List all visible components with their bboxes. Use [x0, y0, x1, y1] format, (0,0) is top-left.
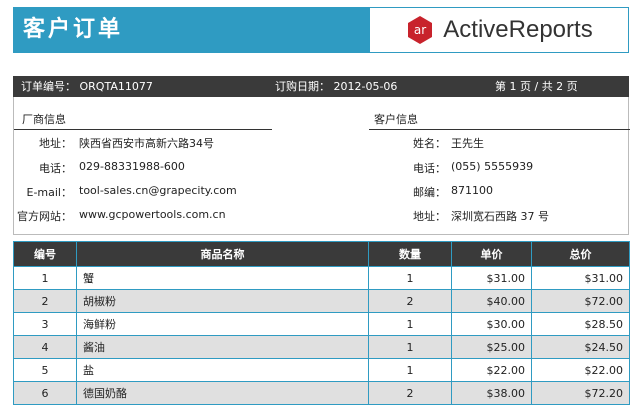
column-header-number: 编号 [13, 241, 77, 267]
cell-product: 蟹 [76, 266, 369, 290]
svg-text:ar: ar [414, 23, 426, 37]
cell-unit-price: $38.00 [451, 381, 532, 405]
customer-phone-label: 电话： [413, 162, 446, 175]
column-header-quantity: 数量 [368, 241, 452, 267]
customer-phone: (055) 5555939 [451, 160, 534, 173]
order-info-bar: 订单编号： ORQTA11077 订购日期： 2012-05-06 第 1 页 … [13, 76, 629, 97]
customer-name: 王先生 [451, 137, 484, 150]
customer-name-label: 姓名： [413, 137, 446, 150]
table-row: 3 海鲜粉 1 $30.00 $28.50 [13, 312, 630, 336]
cell-total: $28.50 [531, 312, 630, 336]
cell-product: 海鲜粉 [76, 312, 369, 336]
cell-number: 3 [13, 312, 77, 336]
vendor-divider [14, 129, 272, 130]
brand-logo: ar ActiveReports [369, 7, 629, 53]
cell-unit-price: $40.00 [451, 289, 532, 313]
cell-product: 酱油 [76, 335, 369, 359]
customer-address-label: 地址： [413, 210, 446, 223]
table-row: 1 蟹 1 $31.00 $31.00 [13, 266, 630, 290]
cell-total: $22.00 [531, 358, 630, 382]
customer-zip-label: 邮编： [413, 186, 446, 199]
cell-unit-price: $30.00 [451, 312, 532, 336]
cell-quantity: 2 [368, 289, 452, 313]
cell-total: $72.20 [531, 381, 630, 405]
cell-quantity: 2 [368, 381, 452, 405]
cell-number: 1 [13, 266, 77, 290]
vendor-website-label: 官方网站： [17, 210, 72, 223]
cell-total: $24.50 [531, 335, 630, 359]
cell-total: $31.00 [531, 266, 630, 290]
customer-divider [369, 129, 630, 130]
column-header-total: 总价 [531, 241, 630, 267]
cell-quantity: 1 [368, 312, 452, 336]
vendor-address-label: 地址： [39, 137, 72, 150]
vendor-section-title: 厂商信息 [22, 113, 66, 126]
vendor-website[interactable]: www.gcpowertools.com.cn [79, 208, 226, 221]
column-header-product: 商品名称 [76, 241, 369, 267]
cell-quantity: 1 [368, 335, 452, 359]
info-panel: 厂商信息 客户信息 地址： 陕西省西安市高新六路34号 电话： 029-8833… [13, 97, 630, 235]
cell-product: 德国奶酪 [76, 381, 369, 405]
cell-number: 2 [13, 289, 77, 313]
customer-section-title: 客户信息 [374, 113, 418, 126]
cell-number: 4 [13, 335, 77, 359]
cell-product: 盐 [76, 358, 369, 382]
vendor-phone: 029-88331988-600 [79, 160, 185, 173]
cell-unit-price: $25.00 [451, 335, 532, 359]
cell-product: 胡椒粉 [76, 289, 369, 313]
report-title: 客户订单 [13, 7, 369, 53]
vendor-phone-label: 电话： [39, 162, 72, 175]
order-date: 订购日期： 2012-05-06 [275, 80, 398, 93]
report-header: 客户订单 ar ActiveReports [13, 7, 629, 53]
vendor-address: 陕西省西安市高新六路34号 [79, 137, 214, 150]
table-row: 5 盐 1 $22.00 $22.00 [13, 358, 630, 382]
table-header-row: 编号 商品名称 数量 单价 总价 [13, 241, 630, 267]
cell-number: 5 [13, 358, 77, 382]
table-row: 2 胡椒粉 2 $40.00 $72.00 [13, 289, 630, 313]
logo-text: ActiveReports [443, 16, 593, 43]
table-row: 4 酱油 1 $25.00 $24.50 [13, 335, 630, 359]
cell-quantity: 1 [368, 358, 452, 382]
cell-unit-price: $22.00 [451, 358, 532, 382]
vendor-email[interactable]: tool-sales.cn@grapecity.com [79, 184, 237, 197]
order-number: 订单编号： ORQTA11077 [21, 80, 153, 93]
cell-total: $72.00 [531, 289, 630, 313]
column-header-unit-price: 单价 [451, 241, 532, 267]
customer-zip: 871100 [451, 184, 493, 197]
cell-quantity: 1 [368, 266, 452, 290]
table-row: 6 德国奶酪 2 $38.00 $72.20 [13, 381, 630, 405]
page-indicator: 第 1 页 / 共 2 页 [495, 80, 578, 93]
cell-unit-price: $31.00 [451, 266, 532, 290]
vendor-email-label: E-mail： [26, 186, 73, 199]
customer-address: 深圳宽石西路 37 号 [451, 210, 549, 223]
cell-number: 6 [13, 381, 77, 405]
order-items-table: 编号 商品名称 数量 单价 总价 1 蟹 1 $31.00 $31.00 2 胡… [13, 241, 630, 405]
activereports-logo-icon: ar [408, 16, 433, 44]
